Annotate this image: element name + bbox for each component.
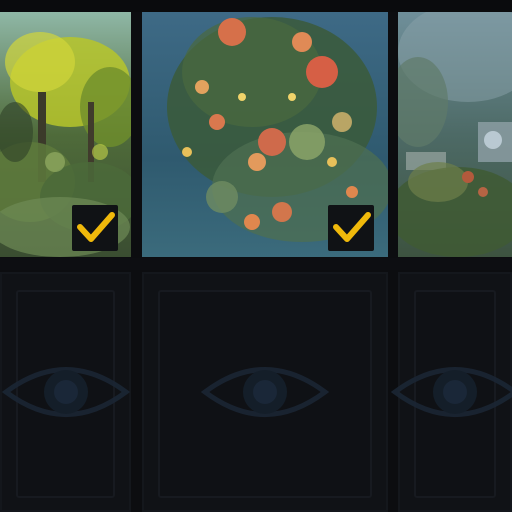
check-icon [77,212,115,242]
gallery-card-forest[interactable] [0,12,131,257]
selected-badge [328,205,374,251]
gallery-grid [0,0,512,512]
check-icon [333,212,371,242]
locked-card[interactable] [0,272,131,512]
eye-icon [1,367,130,417]
eye-icon [390,367,512,417]
gallery-card-village[interactable] [398,12,512,257]
eye-icon [200,367,330,417]
locked-card[interactable] [390,272,512,512]
locked-card[interactable] [142,272,388,512]
selected-badge [72,205,118,251]
top-divider [0,0,512,12]
row-divider [0,258,512,270]
gallery-card-flowers[interactable] [142,12,388,257]
village-thumbnail [398,12,512,257]
